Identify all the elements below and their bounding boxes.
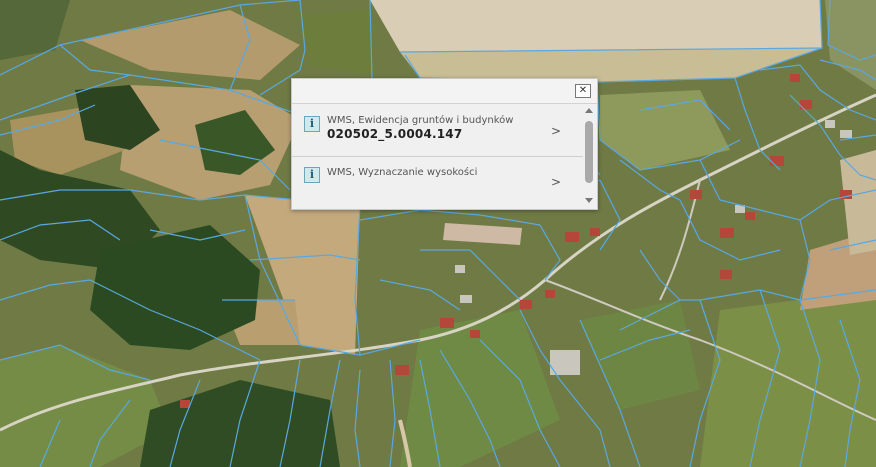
map-canvas[interactable]	[0, 0, 876, 467]
close-icon: ✕	[578, 85, 588, 96]
feature-source-label: WMS, Wyznaczanie wysokości	[327, 167, 478, 178]
scroll-thumb[interactable]	[585, 121, 593, 183]
chevron-right-icon[interactable]: >	[551, 124, 561, 138]
info-icon: i	[304, 167, 320, 183]
feature-row-ewidencja[interactable]: i WMS, Ewidencja gruntów i budynków 0205…	[292, 104, 583, 157]
feature-list: i WMS, Ewidencja gruntów i budynków 0205…	[292, 104, 583, 208]
info-icon: i	[304, 116, 320, 132]
parcel-id-value: 020502_5.0004.147	[327, 127, 463, 141]
scroll-down-arrow-icon[interactable]	[585, 198, 593, 203]
popup-header: ✕	[292, 79, 597, 104]
feature-row-wysokosc[interactable]: i WMS, Wyznaczanie wysokości >	[292, 157, 583, 207]
feature-info-popup: ✕ i WMS, Ewidencja gruntów i budynków 02…	[291, 78, 598, 210]
field-area	[370, 0, 822, 52]
popup-scrollbar[interactable]	[583, 104, 596, 208]
close-button[interactable]: ✕	[575, 84, 591, 98]
scroll-up-arrow-icon[interactable]	[585, 108, 593, 113]
feature-source-label: WMS, Ewidencja gruntów i budynków	[327, 115, 514, 126]
chevron-right-icon[interactable]: >	[551, 175, 561, 189]
